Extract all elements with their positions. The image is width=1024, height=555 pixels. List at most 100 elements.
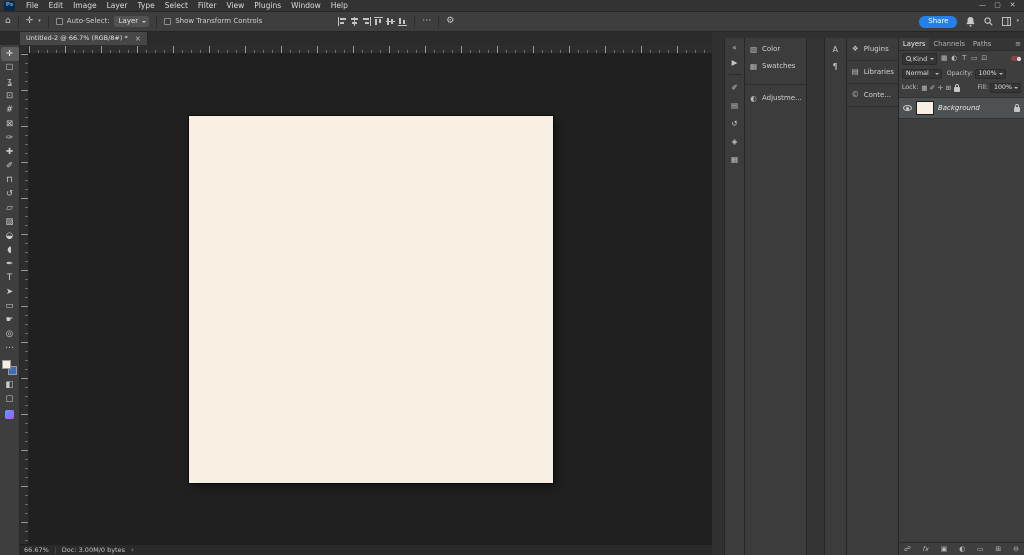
type-tool[interactable]: T [1,271,19,285]
kind-filter-dropdown[interactable]: Kind [901,53,938,65]
workspace-layout-icon[interactable] [1002,17,1012,26]
history-panel-icon[interactable]: ↺ [727,116,743,131]
brush-settings-panel-icon[interactable]: ✐ [727,80,743,95]
character-panel-icon[interactable]: A [827,42,843,57]
color-swatches[interactable] [2,360,17,375]
layer-thumbnail[interactable] [915,101,934,116]
blend-mode-dropdown[interactable]: Normal [901,68,942,79]
lock-pixels-icon[interactable]: ✐ [928,84,936,92]
dodge-tool[interactable]: ◖ [1,243,19,257]
libraries-panel-button[interactable]: ▤ Libraries [846,61,898,84]
collapse-dock-icon[interactable]: « [727,40,743,55]
chevron-down-icon[interactable]: ▾ [1016,19,1019,24]
filter-smart-objects-icon[interactable]: ⊡ [979,53,989,64]
tab-channels[interactable]: Channels [929,38,968,50]
filter-adjustment-layers-icon[interactable]: ◐ [949,53,959,64]
hand-tool[interactable]: ☛ [1,313,19,327]
add-layer-mask-icon[interactable]: ▣ [941,545,948,553]
menu-item[interactable]: Select [160,2,193,10]
info-panel-icon[interactable]: ▤ [727,98,743,113]
menu-item[interactable]: Plugins [249,2,286,10]
eyedropper-tool[interactable]: ✑ [1,131,19,145]
menu-item[interactable]: Edit [44,2,69,10]
close-tab-icon[interactable]: × [135,35,141,43]
menu-item[interactable]: File [21,2,44,10]
document-tab[interactable]: Untitled-2 @ 66.7% (RGB/8#) * × [20,32,149,45]
clone-stamp-tool[interactable]: ⊓ [1,173,19,187]
tab-paths[interactable]: Paths [969,38,995,50]
lock-artboard-icon[interactable]: ⊞ [944,84,952,92]
maximize-button[interactable]: ▢ [990,2,1005,9]
menu-item[interactable]: Type [133,2,160,10]
paragraph-panel-icon[interactable]: ¶ [827,59,843,74]
minimize-button[interactable]: — [975,2,990,9]
new-layer-icon[interactable]: ⊞ [995,545,1001,553]
frame-tool[interactable]: ⊠ [1,117,19,131]
navigator-panel-icon[interactable]: ◈ [727,134,743,149]
layer-visibility-eye-icon[interactable] [902,105,912,112]
close-button[interactable]: ✕ [1005,2,1020,9]
pen-tool[interactable]: ✒ [1,257,19,271]
zoom-tool[interactable]: ◎ [1,327,19,341]
eraser-tool[interactable]: ▱ [1,201,19,215]
rectangle-tool[interactable]: ▭ [1,299,19,313]
align-bottom-icon[interactable] [398,17,408,26]
foreground-color-swatch[interactable] [2,360,11,369]
filter-shape-layers-icon[interactable]: ▭ [969,53,979,64]
lock-all-icon[interactable] [954,83,961,92]
panel-menu-icon[interactable]: ≡ [1012,40,1024,48]
move-tool-options-icon[interactable]: ✛ [26,17,34,26]
fill-value-dropdown[interactable]: 100% [989,82,1021,94]
delete-layer-icon[interactable]: ⊖ [1013,545,1019,553]
pasteboard[interactable] [29,54,712,544]
gear-icon[interactable]: ⚙ [446,17,454,26]
share-button[interactable]: Share [919,15,958,28]
search-icon[interactable] [984,17,994,26]
content-credentials-panel-button[interactable]: © Conte... [846,84,898,107]
show-transform-controls-checkbox[interactable] [164,18,172,25]
menu-item[interactable]: Image [68,2,102,10]
layer-lock-icon[interactable] [1014,104,1020,113]
align-left-icon[interactable] [338,17,348,26]
opacity-value-dropdown[interactable]: 100% [974,68,1006,79]
new-group-icon[interactable]: ▭ [977,545,984,553]
align-top-icon[interactable] [374,17,384,26]
crop-tool[interactable]: # [1,103,19,117]
filter-pixel-layers-icon[interactable]: ▦ [939,53,949,64]
edit-toolbar-button[interactable]: ⋯ [1,341,19,355]
lock-transparency-icon[interactable]: ▦ [920,84,928,92]
home-icon[interactable]: ⌂ [5,17,11,26]
blur-tool[interactable]: ◒ [1,229,19,243]
align-middle-vertical-icon[interactable] [386,17,396,26]
layer-effects-icon[interactable]: fx [923,546,929,553]
zoom-level-field[interactable]: 66.67% [24,547,49,554]
lasso-tool[interactable]: ʓ [1,75,19,89]
quick-mask-button[interactable]: ◧ [1,378,19,392]
new-adjustment-layer-icon[interactable]: ◐ [959,545,965,553]
brush-tool[interactable]: ✐ [1,159,19,173]
align-right-icon[interactable] [362,17,372,26]
plugins-panel-button[interactable]: ❖ Plugins [846,38,898,61]
auto-select-target-dropdown[interactable]: Layer [113,16,150,27]
object-selection-tool[interactable]: ⊡ [1,89,19,103]
screen-mode-button[interactable]: ▢ [1,392,19,406]
menu-item[interactable]: View [221,2,249,10]
layer-row-background[interactable]: Background [898,97,1024,120]
filter-type-layers-icon[interactable]: T [959,53,969,64]
path-selection-tool[interactable]: ➤ [1,285,19,299]
move-tool[interactable]: ✛ [0,47,19,61]
gradient-tool[interactable]: ▨ [1,215,19,229]
filter-toggle-switch[interactable] [1011,56,1021,62]
timeline-panel-icon[interactable]: ▦ [727,152,743,167]
spot-healing-brush-tool[interactable]: ✚ [1,145,19,159]
auto-select-checkbox[interactable] [55,18,63,25]
swatches-panel-button[interactable]: ▦ Swatches [745,58,806,75]
status-chevron-icon[interactable]: › [131,546,134,554]
color-panel-button[interactable]: ▧ Color [745,41,806,58]
adjustments-panel-button[interactable]: ◐ Adjustme... [745,90,806,107]
menu-item[interactable]: Filter [193,2,222,10]
menu-item[interactable]: Window [286,2,326,10]
actions-panel-icon[interactable]: ▶ [727,55,743,70]
generative-ai-icon[interactable] [5,410,14,419]
more-options-icon[interactable]: ⋯ [422,17,431,26]
